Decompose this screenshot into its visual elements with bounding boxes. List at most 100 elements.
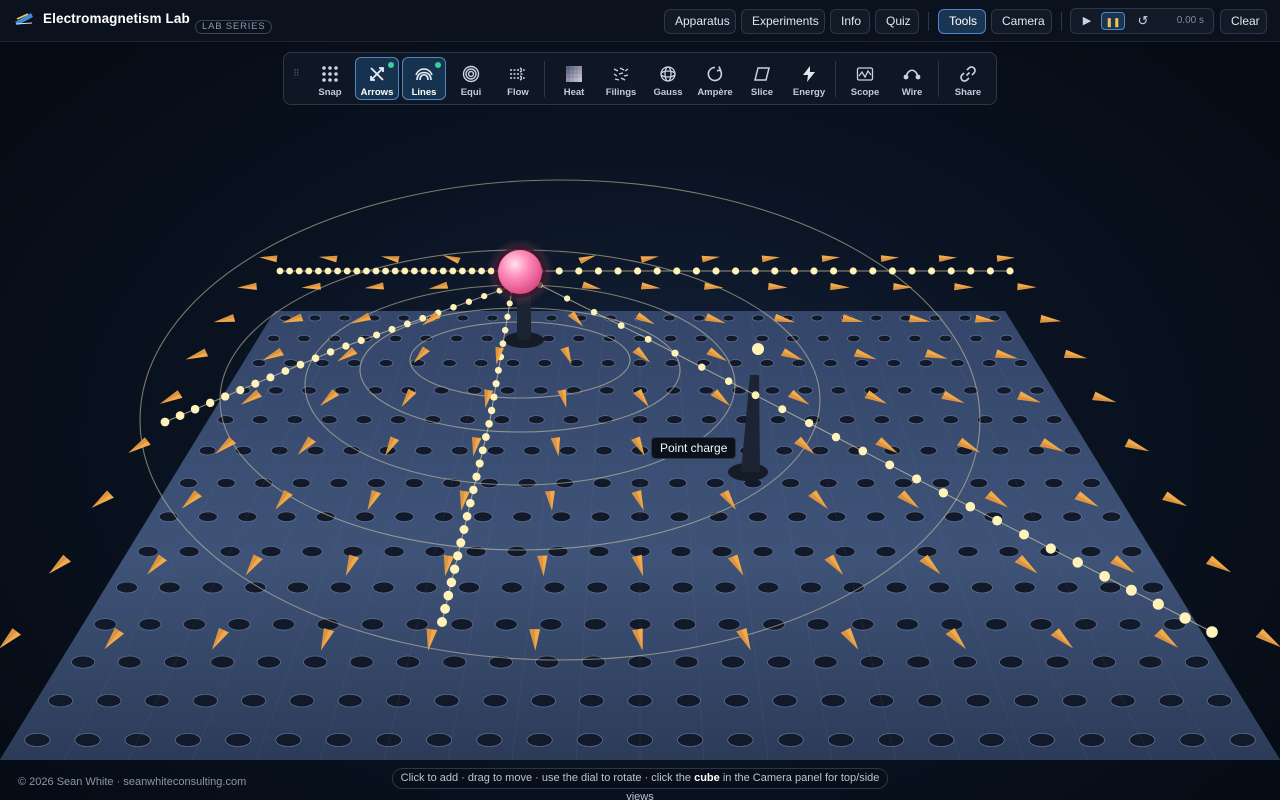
peg-hole bbox=[708, 511, 729, 523]
field-line-dot bbox=[501, 326, 509, 334]
field-arrow bbox=[1255, 628, 1280, 647]
peg-hole bbox=[1158, 694, 1184, 708]
camera-toggle-button[interactable]: Camera bbox=[991, 9, 1052, 34]
field-arrow bbox=[381, 256, 400, 263]
field-line-dot bbox=[644, 335, 652, 343]
peg-hole bbox=[500, 581, 523, 594]
tool-equi-button[interactable]: Equi bbox=[449, 57, 493, 100]
nav-info-button[interactable]: Info bbox=[830, 9, 870, 34]
peg-hole bbox=[668, 477, 687, 489]
peg-hole bbox=[268, 386, 284, 395]
peg-hole bbox=[856, 477, 876, 489]
field-line-dot bbox=[751, 391, 760, 400]
nav-apparatus-button[interactable]: Apparatus bbox=[664, 9, 736, 34]
peg-hole bbox=[827, 733, 855, 748]
tool-flow-button[interactable]: Flow bbox=[496, 57, 540, 100]
peg-hole bbox=[486, 445, 505, 456]
tools-toggle-button[interactable]: Tools bbox=[938, 9, 986, 34]
tool-scope-button[interactable]: Scope bbox=[843, 57, 887, 100]
point-charge[interactable] bbox=[486, 238, 554, 306]
field-simulation-viewport[interactable] bbox=[0, 43, 1280, 763]
field-arrow bbox=[442, 255, 461, 264]
field-line-dot bbox=[1179, 612, 1191, 624]
oscilloscope-icon bbox=[856, 67, 874, 81]
slice-plane-icon bbox=[754, 67, 770, 81]
peg-hole bbox=[698, 386, 714, 395]
field-line-dot bbox=[281, 367, 290, 375]
field-line-dot bbox=[617, 322, 625, 329]
peg-hole bbox=[700, 415, 718, 425]
tool-share-button[interactable]: Share bbox=[946, 57, 990, 100]
pause-icon[interactable]: ❚❚ bbox=[1101, 12, 1125, 30]
field-line-dot bbox=[992, 515, 1003, 526]
tool-slice-button[interactable]: Slice bbox=[740, 57, 784, 100]
tool-lines-button[interactable]: Lines bbox=[402, 57, 446, 100]
field-arrow-shade bbox=[1017, 286, 1037, 291]
tool-snap-button[interactable]: Snap bbox=[308, 57, 352, 100]
peg-hole bbox=[1082, 477, 1101, 489]
field-line-dot bbox=[938, 488, 949, 498]
gauss-sphere-icon bbox=[660, 66, 676, 82]
field-line-dot bbox=[472, 472, 481, 481]
peg-hole bbox=[410, 359, 425, 368]
field-arrow bbox=[237, 282, 257, 290]
peg-hole bbox=[456, 314, 470, 322]
tool-energy-button[interactable]: Energy bbox=[787, 57, 831, 100]
peg-hole bbox=[96, 694, 122, 708]
peg-hole bbox=[394, 511, 415, 523]
peg-hole bbox=[759, 359, 775, 368]
tool-heat-button[interactable]: Heat bbox=[552, 57, 596, 100]
lab-series-badge: LAB SERIES bbox=[195, 20, 273, 34]
peg-hole bbox=[971, 581, 994, 594]
field-line-dot bbox=[449, 267, 457, 275]
field-line-dot bbox=[673, 267, 681, 275]
lightning-icon bbox=[803, 66, 815, 82]
peg-hole bbox=[178, 545, 200, 558]
peg-hole bbox=[984, 618, 1008, 631]
peg-hole bbox=[334, 386, 351, 395]
field-arrow bbox=[91, 490, 114, 508]
field-line-dot bbox=[492, 380, 500, 388]
drag-handle-icon[interactable]: ⠿ bbox=[293, 69, 300, 85]
peg-hole bbox=[579, 694, 605, 708]
peg-hole bbox=[210, 655, 235, 669]
arrows-icon bbox=[370, 67, 384, 81]
field-arrow bbox=[768, 282, 788, 290]
peg-hole bbox=[539, 618, 563, 631]
play-icon[interactable]: ▶ bbox=[1075, 12, 1099, 30]
field-arrow bbox=[185, 348, 209, 360]
reset-icon[interactable]: ↺ bbox=[1131, 12, 1155, 30]
field-line-dot bbox=[790, 267, 799, 275]
peg-hole bbox=[1029, 618, 1053, 631]
field-line-dot bbox=[437, 617, 447, 627]
peg-hole bbox=[978, 733, 1005, 748]
nav-quiz-button[interactable]: Quiz bbox=[875, 9, 919, 34]
tool-label: Snap bbox=[318, 87, 342, 98]
peg-hole bbox=[74, 733, 101, 748]
peg-hole bbox=[830, 386, 847, 395]
peg-hole bbox=[674, 655, 699, 669]
peg-hole bbox=[275, 733, 302, 748]
peg-hole bbox=[895, 618, 919, 631]
peg-hole bbox=[47, 694, 74, 708]
clear-button[interactable]: Clear bbox=[1220, 9, 1267, 34]
field-line-dot bbox=[453, 551, 463, 561]
peg-hole bbox=[361, 618, 385, 631]
field-line-dot bbox=[928, 267, 936, 275]
field-arrow bbox=[213, 314, 236, 323]
tool-ampre-button[interactable]: Ampère bbox=[693, 57, 737, 100]
peg-hole bbox=[919, 445, 938, 456]
peg-hole bbox=[397, 314, 410, 322]
peg-hole bbox=[178, 477, 198, 489]
tool-label: Filings bbox=[605, 87, 637, 98]
tool-arrows-button[interactable]: Arrows bbox=[355, 57, 399, 100]
nav-experiments-button[interactable]: Experiments bbox=[741, 9, 825, 34]
tool-gauss-button[interactable]: Gauss bbox=[646, 57, 690, 100]
field-line-dot bbox=[908, 267, 916, 275]
field-line-dot bbox=[555, 267, 563, 275]
field-line-dot bbox=[372, 267, 380, 275]
tool-filings-button[interactable]: Filings bbox=[599, 57, 643, 100]
peg-hole bbox=[320, 415, 338, 425]
tool-wire-button[interactable]: Wire bbox=[890, 57, 934, 100]
peg-hole bbox=[537, 359, 552, 368]
